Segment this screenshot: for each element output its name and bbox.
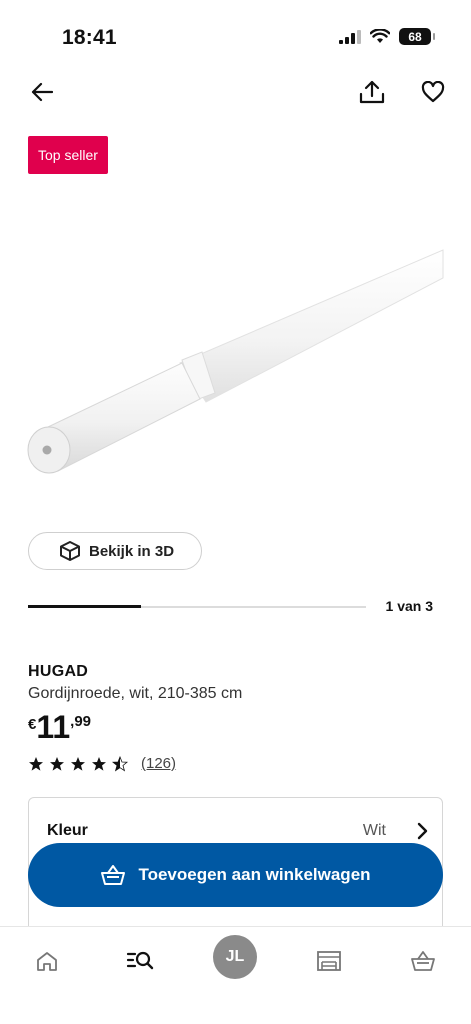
cellular-signal-icon bbox=[339, 29, 361, 44]
add-to-cart-button[interactable]: Toevoegen aan winkelwagen bbox=[28, 843, 443, 907]
product-image[interactable] bbox=[0, 190, 471, 520]
battery-icon: 68 bbox=[399, 28, 435, 45]
add-to-cart-label: Toevoegen aan winkelwagen bbox=[138, 865, 371, 884]
rating[interactable]: (126) bbox=[28, 755, 176, 772]
carousel-progress bbox=[28, 605, 366, 608]
battery-level: 68 bbox=[408, 29, 422, 44]
star-full-icon bbox=[29, 756, 43, 771]
view-3d-label: Bekijk in 3D bbox=[89, 542, 175, 560]
top-seller-badge: Top seller bbox=[28, 136, 108, 174]
carousel-counter: 1 van 3 bbox=[385, 598, 433, 614]
arrow-left-icon bbox=[31, 82, 53, 102]
favorite-button[interactable] bbox=[415, 74, 451, 110]
star-full-icon bbox=[50, 756, 64, 771]
color-option-value: Wit bbox=[362, 822, 386, 839]
price: € 11 ,99 bbox=[28, 710, 91, 744]
tab-profile-avatar[interactable]: JL bbox=[213, 935, 257, 979]
tab-store[interactable] bbox=[307, 939, 351, 983]
share-button[interactable] bbox=[354, 74, 390, 110]
price-decimal: ,99 bbox=[70, 713, 92, 730]
profile-initials: JL bbox=[225, 948, 245, 965]
status-bar: 18:41 68 bbox=[0, 0, 471, 72]
back-button[interactable] bbox=[24, 74, 60, 110]
store-icon bbox=[317, 951, 341, 971]
view-3d-button[interactable]: Bekijk in 3D bbox=[28, 532, 202, 570]
tab-bar: JL bbox=[0, 926, 471, 1024]
carousel-progress-fill bbox=[28, 605, 141, 608]
wifi-icon bbox=[370, 29, 390, 43]
star-full-icon bbox=[92, 756, 106, 771]
heart-icon bbox=[421, 81, 445, 103]
status-icons: 68 bbox=[339, 28, 435, 45]
cart-icon bbox=[411, 951, 435, 971]
search-icon bbox=[126, 951, 154, 970]
tab-search[interactable] bbox=[118, 939, 162, 983]
star-full-icon bbox=[71, 756, 85, 771]
product-description: Gordijnroede, wit, 210-385 cm bbox=[28, 685, 243, 702]
top-nav bbox=[0, 72, 471, 112]
color-option-label: Kleur bbox=[47, 822, 88, 839]
tab-cart[interactable] bbox=[401, 939, 445, 983]
home-icon bbox=[37, 952, 57, 971]
cube-icon bbox=[60, 541, 80, 561]
review-count[interactable]: (126) bbox=[141, 755, 176, 772]
share-icon bbox=[359, 80, 385, 104]
tab-home[interactable] bbox=[25, 939, 69, 983]
status-time: 18:41 bbox=[62, 26, 117, 49]
curtain-rod-image bbox=[27, 249, 444, 474]
price-integer: 11 bbox=[36, 709, 71, 745]
price-currency: € bbox=[28, 716, 37, 733]
star-half-icon bbox=[112, 755, 128, 772]
product-name: HUGAD bbox=[28, 663, 89, 680]
chevron-right-icon bbox=[417, 822, 428, 840]
basket-icon bbox=[101, 865, 126, 885]
badge-label: Top seller bbox=[38, 147, 98, 163]
rating-stars bbox=[28, 755, 128, 772]
